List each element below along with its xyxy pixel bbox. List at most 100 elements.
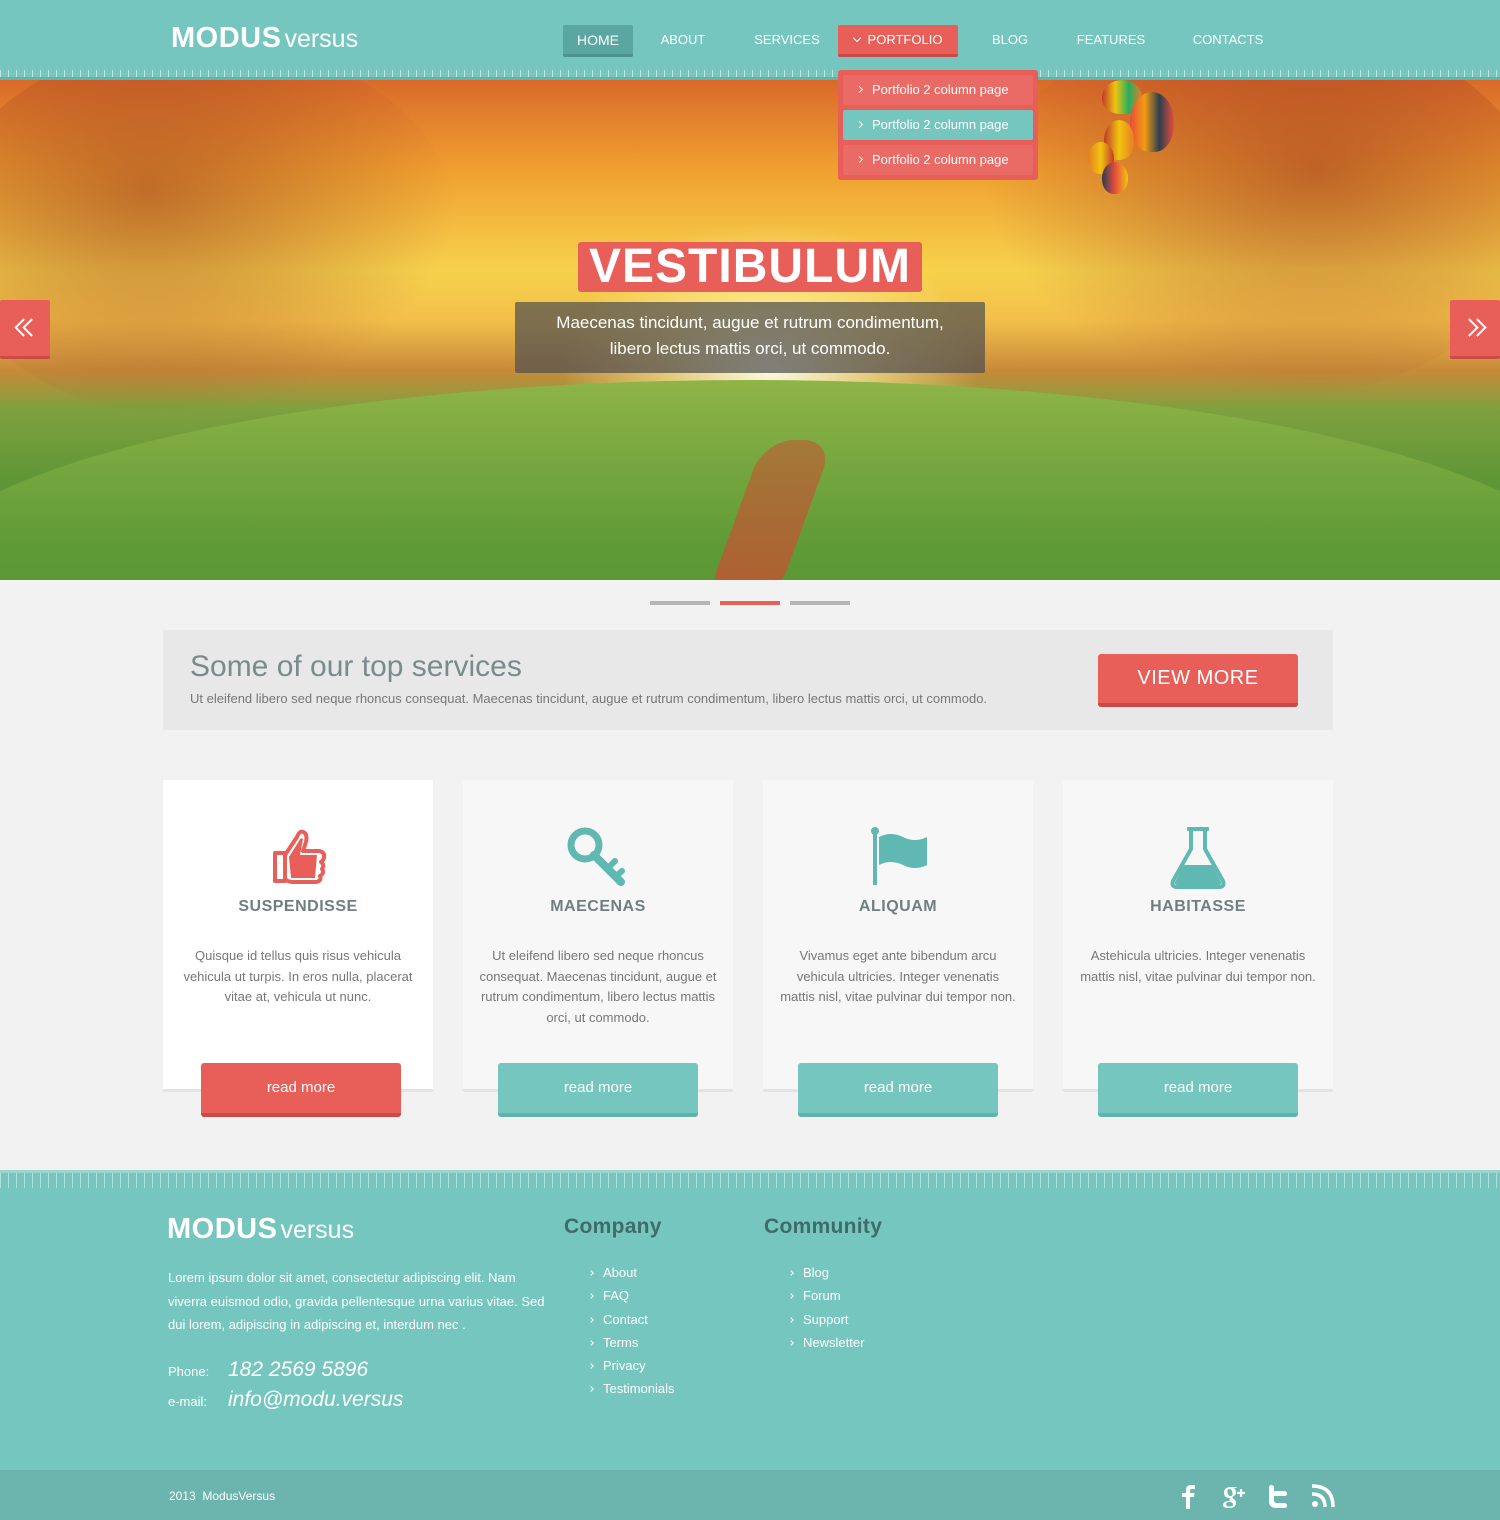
- service-card-text: Quisque id tellus quis risus vehicula ve…: [183, 948, 413, 1004]
- nav-blog[interactable]: BLOG: [980, 25, 1040, 57]
- footer-link-label: Blog: [803, 1265, 830, 1280]
- chevron-right-icon: [788, 1270, 794, 1276]
- service-card-maecenas: MAECENAS Ut eleifend libero sed neque rh…: [463, 780, 733, 1117]
- footer-link[interactable]: Newsletter: [788, 1331, 882, 1354]
- service-card-suspendisse: SUSPENDISSE Quisque id tellus quis risus…: [163, 780, 433, 1117]
- nav-home[interactable]: HOME: [563, 25, 633, 57]
- footer-link[interactable]: Testimonials: [588, 1377, 675, 1400]
- nav-about[interactable]: ABOUT: [647, 25, 719, 57]
- footer-about-text: Lorem ipsum dolor sit amet, consectetur …: [168, 1270, 545, 1332]
- nav-services-label: SERVICES: [754, 32, 820, 47]
- read-more-button[interactable]: read more: [201, 1063, 401, 1117]
- footer-logo[interactable]: MODUS versus: [167, 1213, 354, 1246]
- footer-link[interactable]: Privacy: [588, 1354, 675, 1377]
- nav-features[interactable]: FEATURES: [1068, 25, 1154, 57]
- nav-portfolio-label: PORTFOLIO: [867, 32, 943, 47]
- chevron-right-icon: [855, 155, 864, 164]
- logo-light: versus: [280, 1216, 355, 1244]
- nav-contacts-label: CONTACTS: [1192, 32, 1264, 47]
- footer-link-label: Support: [803, 1311, 849, 1327]
- phone-label: Phone:: [168, 1364, 210, 1379]
- nav-home-label: HOME: [577, 32, 619, 48]
- footer-link-label: Terms: [603, 1334, 639, 1350]
- footer-ruler-decoration: [0, 1170, 1500, 1188]
- footer-link-label: Testimonials: [603, 1381, 675, 1397]
- footer-link[interactable]: Support: [788, 1308, 882, 1331]
- dropdown-item[interactable]: Portfolio 2 column page: [843, 145, 1033, 175]
- header: MODUS versus HOME ABOUT SERVICES PORTFOLI…: [0, 0, 1500, 80]
- slider-next-button[interactable]: [1450, 300, 1500, 359]
- flask-icon: [1170, 827, 1226, 889]
- email-label: e-mail:: [168, 1394, 208, 1409]
- footer-community-title: Community: [764, 1215, 883, 1238]
- read-more-button[interactable]: read more: [498, 1063, 698, 1117]
- dropdown-item-label: Portfolio 2 column page: [872, 117, 1009, 132]
- hero-subtitle-line: libero lectus mattis orci, ut commodo.: [609, 339, 891, 358]
- nav-blog-label: BLOG: [991, 32, 1029, 47]
- footer-link[interactable]: Terms: [588, 1331, 675, 1354]
- chevron-right-icon: [855, 120, 864, 129]
- chevron-right-icon: [855, 85, 864, 94]
- services-banner: Some of our top services Ut eleifend lib…: [163, 630, 1333, 730]
- services-banner-title: Some of our top services: [190, 650, 522, 683]
- logo[interactable]: MODUS versus: [171, 22, 358, 55]
- phone-value[interactable]: 182 2569 5896: [228, 1358, 368, 1381]
- chevron-right-icon: [588, 1340, 594, 1346]
- view-more-button[interactable]: VIEW MORE: [1098, 654, 1298, 707]
- logo-bold: MODUS: [171, 22, 282, 54]
- nav-portfolio[interactable]: PORTFOLIO: [838, 25, 958, 57]
- copyright-text: 2013 ModusVersus: [169, 1489, 276, 1503]
- nav-services[interactable]: SERVICES: [747, 25, 827, 57]
- services-banner-text: Ut eleifend libero sed neque rhoncus con…: [190, 691, 988, 706]
- chevron-down-icon: [852, 33, 861, 43]
- hero-slider: VESTIBULUM Maecenas tincidunt, augue et …: [0, 80, 1500, 580]
- footer-email: e-mail: info@modu.versus: [168, 1388, 403, 1412]
- service-card-title: SUSPENDISSE: [238, 898, 358, 915]
- header-ruler-decoration: [0, 70, 1500, 80]
- hero-subtitle-line: Maecenas tincidunt, augue et rutrum cond…: [556, 313, 944, 332]
- twitter-icon[interactable]: [1265, 1483, 1291, 1509]
- slider-dot-3[interactable]: [790, 601, 850, 605]
- service-card-title: HABITASSE: [1150, 898, 1246, 915]
- flag-icon: [871, 827, 927, 885]
- service-card-text: Ut eleifend libero sed neque rhoncus con…: [479, 948, 717, 1025]
- read-more-button[interactable]: read more: [1098, 1063, 1298, 1117]
- rss-icon[interactable]: [1310, 1483, 1336, 1509]
- hero-clouds: [980, 80, 1500, 400]
- dropdown-item[interactable]: Portfolio 2 column page: [843, 75, 1033, 105]
- footer-link-label: Privacy: [603, 1358, 646, 1374]
- slider-dot-1[interactable]: [650, 601, 710, 605]
- footer-link[interactable]: Forum: [788, 1284, 882, 1307]
- chevron-right-icon: [788, 1316, 794, 1323]
- chevron-right-icon: [788, 1340, 794, 1346]
- service-card-title: MAECENAS: [550, 898, 646, 915]
- chevron-right-icon: [588, 1316, 594, 1323]
- read-more-button[interactable]: read more: [798, 1063, 998, 1117]
- footer-link-label: About: [603, 1265, 637, 1280]
- nav-contacts[interactable]: CONTACTS: [1183, 25, 1273, 57]
- nav-about-label: ABOUT: [660, 32, 706, 47]
- footer-phone: Phone: 182 2569 5896: [168, 1358, 368, 1382]
- footer-link[interactable]: Blog: [788, 1261, 882, 1284]
- hot-air-balloons-image: [1088, 80, 1178, 200]
- footer-link-label: Forum: [803, 1288, 841, 1304]
- facebook-icon[interactable]: [1175, 1483, 1201, 1509]
- chevron-right-icon: [588, 1386, 594, 1393]
- chevron-right-icon: [588, 1270, 594, 1276]
- footer-link[interactable]: Contact: [588, 1308, 675, 1331]
- google-plus-icon[interactable]: [1220, 1483, 1246, 1509]
- footer-link[interactable]: FAQ: [588, 1284, 675, 1307]
- footer-company-links: About FAQ Contact Terms Privacy Testimon…: [588, 1261, 675, 1401]
- service-card-text: Vivamus eget ante bibendum arcu vehicula…: [780, 948, 1016, 1004]
- dropdown-item-hovered[interactable]: Portfolio 2 column page: [843, 110, 1033, 140]
- slider-prev-button[interactable]: [0, 300, 50, 359]
- slider-dot-2-active[interactable]: [720, 601, 780, 605]
- service-card-aliquam: ALIQUAM Vivamus eget ante bibendum arcu …: [763, 780, 1033, 1117]
- footer-link[interactable]: About: [588, 1261, 675, 1284]
- email-value[interactable]: info@modu.versus: [228, 1388, 403, 1411]
- hero-title: VESTIBULUM: [578, 242, 922, 292]
- service-card-title: ALIQUAM: [858, 898, 938, 915]
- footer-link-label: Contact: [603, 1311, 648, 1327]
- footer-bottom-bar: 2013 ModusVersus: [0, 1470, 1500, 1520]
- nav-features-label: FEATURES: [1076, 32, 1146, 47]
